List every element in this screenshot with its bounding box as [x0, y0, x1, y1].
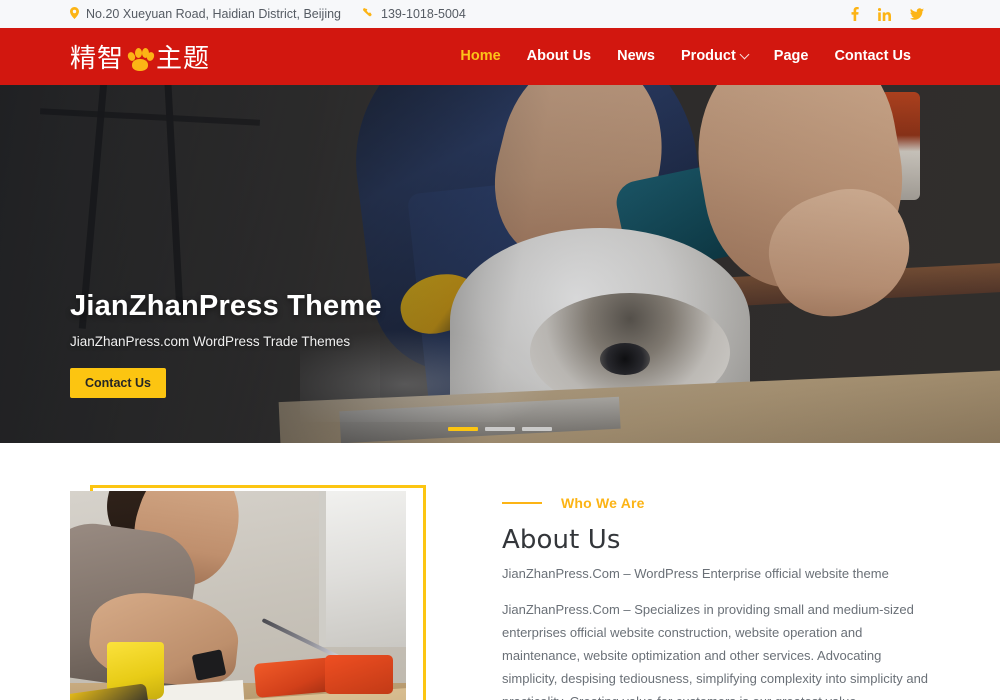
site-header: 精智 主题 Home About Us News Product Page Co…	[0, 28, 1000, 85]
chevron-down-icon	[739, 49, 750, 60]
hero-contact-us-button[interactable]: Contact Us	[70, 368, 166, 398]
topbar-address-text: No.20 Xueyuan Road, Haidian District, Be…	[86, 7, 341, 21]
nav-item-page[interactable]: Page	[761, 28, 822, 85]
topbar-social-links	[851, 7, 924, 21]
about-photo	[70, 491, 406, 700]
hero-slider: JianZhanPress Theme JianZhanPress.com Wo…	[0, 85, 1000, 443]
nav-item-about-us[interactable]: About Us	[514, 28, 604, 85]
hero-title: JianZhanPress Theme	[70, 290, 382, 322]
about-eyebrow: Who We Are	[502, 495, 930, 511]
hero-subtitle: JianZhanPress.com WordPress Trade Themes	[70, 334, 351, 349]
nav-label: About Us	[526, 48, 592, 64]
nav-item-contact-us[interactable]: Contact Us	[821, 28, 924, 85]
twitter-icon[interactable]	[910, 8, 924, 20]
nav-label: Product	[681, 48, 736, 64]
top-info-bar: No.20 Xueyuan Road, Haidian District, Be…	[0, 0, 1000, 28]
phone-icon	[362, 7, 374, 21]
about-body-text: JianZhanPress.Com – Specializes in provi…	[502, 602, 929, 700]
hero-content: JianZhanPress Theme JianZhanPress.com Wo…	[70, 290, 382, 398]
nav-label: Contact Us	[834, 48, 911, 64]
topbar-phone-text: 139-1018-5004	[381, 7, 466, 21]
hero-slider-indicators	[448, 427, 552, 431]
about-lead-text: JianZhanPress.Com – WordPress Enterprise…	[502, 566, 889, 581]
nav-item-news[interactable]: News	[604, 28, 668, 85]
slider-indicator-1[interactable]	[448, 427, 478, 431]
topbar-contact-group: No.20 Xueyuan Road, Haidian District, Be…	[70, 7, 466, 21]
topbar-phone: 139-1018-5004	[362, 7, 466, 21]
about-heading: About Us	[502, 525, 621, 555]
paw-print-icon	[126, 47, 156, 73]
facebook-icon[interactable]	[851, 7, 859, 21]
about-eyebrow-text: Who We Are	[561, 495, 645, 511]
nav-label: Home	[460, 48, 501, 64]
nav-label: Page	[773, 48, 809, 64]
nav-item-home[interactable]: Home	[447, 28, 513, 85]
topbar-address: No.20 Xueyuan Road, Haidian District, Be…	[70, 7, 341, 21]
about-text-column: Who We Are About Us JianZhanPress.Com – …	[426, 485, 930, 700]
nav-label: News	[617, 48, 655, 64]
site-logo[interactable]: 精智 主题	[70, 38, 210, 75]
about-image-wrapper	[70, 485, 426, 700]
slider-indicator-3[interactable]	[522, 427, 552, 431]
about-section: Who We Are About Us JianZhanPress.Com – …	[0, 443, 1000, 700]
nav-item-product[interactable]: Product	[668, 28, 761, 85]
eyebrow-rule	[502, 502, 542, 504]
linkedin-icon[interactable]	[878, 7, 891, 21]
main-navigation: Home About Us News Product Page Contact …	[447, 28, 924, 85]
slider-indicator-2[interactable]	[485, 427, 515, 431]
logo-text-right: 主题	[156, 44, 211, 74]
map-pin-icon	[70, 7, 79, 21]
logo-text-left: 精智	[70, 44, 125, 74]
